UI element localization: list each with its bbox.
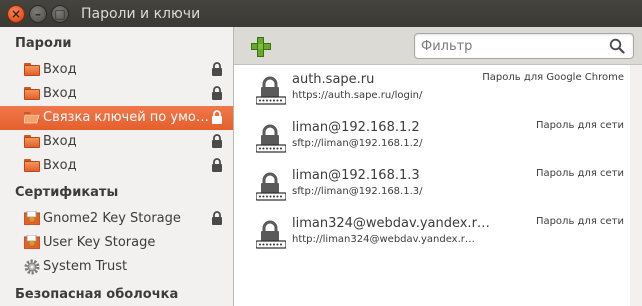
section-heading-secure-shell: Безопасная оболочка [15,287,179,302]
lock-key-icon [256,76,286,105]
sidebar-item-label: User Key Storage [43,235,156,250]
close-button[interactable]: × [7,4,25,23]
entry-type: Пароль для Google Chrome [482,72,624,83]
toolbar [234,27,642,65]
sidebar-item-default-keyring[interactable]: Связка ключей по умо… [0,106,233,130]
folder-icon [24,134,40,149]
certificate-folder-icon [23,210,41,226]
certificate-folder-icon [23,234,41,250]
folder-icon [24,62,40,77]
lock-icon [212,211,222,225]
lock-icon [212,86,222,100]
plus-icon-center [258,44,263,49]
add-button[interactable] [251,37,271,57]
sidebar-item-user-key-storage[interactable]: User Key Storage [0,231,233,255]
sidebar-item-label: Вход [43,86,77,101]
entry-title: liman@192.168.1.3 [292,168,420,183]
lock-icon [212,158,222,172]
title-bar: × – □ Пароли и ключи [0,0,642,27]
sidebar-item-label: Вход [43,158,77,173]
lock-icon [212,110,222,124]
folder-icon [24,86,40,101]
sidebar-item-login-3[interactable]: Вход [0,130,233,154]
entry-url: https://auth.sape.ru/login/ [292,90,423,101]
sidebar-item-login-1[interactable]: Вход [0,58,233,82]
gear-icon [24,259,40,275]
sidebar-item-label: Вход [43,62,77,77]
lock-key-icon [256,172,286,201]
section-heading-passwords: Пароли [15,36,72,51]
list-item[interactable]: auth.sape.ru https://auth.sape.ru/login/… [234,67,642,113]
sidebar-item-system-trust[interactable]: System Trust [0,255,233,279]
scrollbar-gutter[interactable] [630,65,642,306]
entry-type: Пароль для сети [535,216,624,227]
search-icon[interactable] [609,38,625,54]
entry-url: sftp://liman@192.168.1.3/ [292,186,423,197]
entries-list: auth.sape.ru https://auth.sape.ru/login/… [234,65,642,306]
sidebar-item-gnome2-key-storage[interactable]: Gnome2 Key Storage [0,207,233,231]
sidebar-item-login-2[interactable]: Вход [0,82,233,106]
sidebar-item-label: System Trust [43,259,128,274]
lock-icon [212,134,222,148]
lock-icon [212,62,222,76]
folder-icon [24,158,40,173]
list-item[interactable]: liman324@webdav.yandex.r… http://liman32… [234,211,642,257]
entry-type: Пароль для сети [535,120,624,131]
sidebar-item-label: Связка ключей по умо… [43,110,209,125]
filter-field[interactable] [414,33,634,59]
entry-title: liman324@webdav.yandex.r… [292,216,490,231]
sidebar-item-login-4[interactable]: Вход [0,154,233,178]
section-heading-certificates: Сертификаты [15,185,119,200]
entry-title: auth.sape.ru [292,72,375,87]
lock-key-icon [256,124,286,153]
folder-open-icon [23,110,40,125]
entry-title: liman@192.168.1.2 [292,120,420,135]
list-item[interactable]: liman@192.168.1.3 sftp://liman@192.168.1… [234,163,642,209]
filter-input[interactable] [421,37,601,55]
minimize-button[interactable]: – [29,4,47,23]
list-item[interactable]: liman@192.168.1.2 sftp://liman@192.168.1… [234,115,642,161]
window-controls: × – □ [7,4,69,23]
entry-url: sftp://liman@192.168.1.2/ [292,138,423,149]
maximize-button[interactable]: □ [51,4,69,23]
sidebar-item-label: Gnome2 Key Storage [43,211,181,226]
entry-url: http://liman324@webdav.yandex.r… [292,234,475,245]
window-title: Пароли и ключи [81,5,201,22]
lock-key-icon [256,220,286,249]
entry-type: Пароль для сети [535,168,624,179]
sidebar: Пароли Вход Вход Связка ключей по умо… В… [0,27,234,306]
sidebar-item-label: Вход [43,134,77,149]
